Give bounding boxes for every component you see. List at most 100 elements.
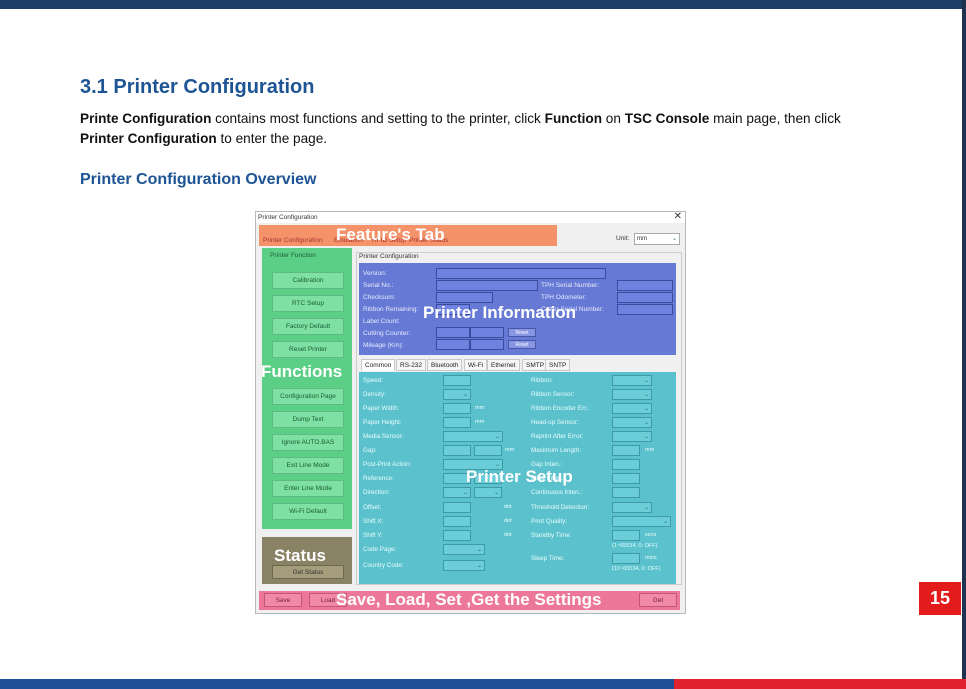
version-field — [436, 268, 606, 279]
chevron-down-icon: ⌄ — [462, 392, 468, 398]
speed-select — [443, 375, 471, 386]
tab-common: Common — [361, 359, 396, 371]
serial-field — [436, 280, 538, 291]
setup-label-code-page: Code Page: — [363, 546, 397, 553]
gap-inten-field — [612, 459, 640, 470]
setup-label-reprint: Reprint After Error: — [531, 433, 584, 440]
setup-label-direction: Direction: — [363, 489, 390, 496]
overlay-functions: Functions — [261, 362, 343, 381]
reset-printer-button: Reset Printer — [272, 341, 344, 358]
media-sensor-select: ⌄ — [443, 431, 503, 442]
top-decor-bar — [0, 0, 966, 9]
get-button: Get — [639, 593, 677, 607]
ribbon-encoder-select: ⌄ — [612, 403, 652, 414]
setup-label-media-sensor: Media Sensor: — [363, 433, 404, 440]
cutting-field-2 — [470, 327, 504, 338]
chevron-down-icon: ⌄ — [476, 547, 482, 553]
cutting-field-1 — [436, 327, 470, 338]
section-heading: 3.1 Printer Configuration — [80, 76, 315, 98]
bottom-bar-blue — [0, 679, 674, 689]
info-label-cutting: Cutting Counter: — [363, 330, 411, 337]
country-code-select: ⌄ — [443, 560, 485, 571]
checksum-field — [436, 292, 493, 303]
info-label-mileage: Mileage (Km): — [363, 342, 404, 349]
chevron-down-icon: ⌄ — [494, 434, 500, 440]
unit-mm: mm — [475, 419, 485, 425]
setup-label-density: Density: — [363, 391, 386, 398]
setup-label-ribbon: Ribbon: — [531, 377, 553, 384]
reset-cutting-button: Reset — [508, 328, 536, 337]
gap-field-1 — [443, 445, 471, 456]
continuous-inten-field — [612, 487, 640, 498]
rtc-setup-button: RTC Setup — [272, 295, 344, 312]
standby-range: (1~65534, 0: OFF) — [612, 543, 658, 549]
sleep-field — [612, 553, 640, 564]
intro-text-4: to enter the page. — [216, 131, 328, 146]
save-button: Save — [264, 593, 302, 607]
tph-odometer-field — [617, 292, 673, 303]
intro-text-1: contains most functions and setting to t… — [211, 111, 545, 126]
paper-width-field — [443, 403, 471, 414]
reprint-select: ⌄ — [612, 431, 652, 442]
bline-inten-field — [612, 473, 640, 484]
setup-label-continuous-inten: Continuous Inten.: — [531, 489, 583, 496]
printer-config-group-label: Printer Configuration — [359, 253, 419, 260]
wifi-default-button: Wi-Fi Default — [272, 503, 344, 520]
setup-label-paper-height: Paper Height: — [363, 419, 402, 426]
close-icon: ✕ — [673, 211, 682, 222]
mileage-field-2 — [470, 339, 504, 350]
bottom-bar-red — [674, 679, 966, 689]
gap-field-2 — [474, 445, 502, 456]
intro-bold-1: Printe Configuration — [80, 111, 212, 126]
unit-label: Unit: — [616, 235, 630, 242]
setup-label-max-length: Maximum Length: — [531, 447, 582, 454]
overlay-feature-tab: Feature's Tab — [336, 225, 445, 244]
setup-label-reference: Reference: — [363, 475, 394, 482]
chevron-down-icon: ⌄ — [671, 236, 677, 242]
chevron-down-icon: ⌄ — [643, 406, 649, 412]
ribbon-select: ⌄ — [612, 375, 652, 386]
setup-label-standby: Standby Time: — [531, 532, 572, 539]
threshold-select: ⌄ — [612, 502, 652, 513]
chevron-down-icon: ⌄ — [643, 434, 649, 440]
setup-label-print-quality: Print Quality: — [531, 518, 568, 525]
setup-label-speed: Speed: — [363, 377, 383, 384]
printer-config-screenshot: Printer Configuration ✕ Printer Configur… — [255, 211, 686, 614]
sleep-range: (10~65534, 0: OFF) — [612, 566, 661, 572]
standby-field — [612, 530, 640, 541]
ignore-autobas-button: Ignore AUTO.BAS — [272, 434, 344, 451]
print-quality-select: ⌄ — [612, 516, 671, 527]
unit-secs: secs — [645, 532, 657, 538]
exit-line-mode-button: Exit Line Mode — [272, 457, 344, 474]
chevron-down-icon: ⌄ — [643, 420, 649, 426]
setup-label-ribbon-encoder: Ribbon Encoder Err.: — [531, 405, 590, 412]
unit-select: mm ⌄ — [634, 233, 680, 245]
info-label-tph-odometer: TPH Odometer: — [541, 294, 587, 301]
setup-label-ribbon-sensor: Ribbon Sensor: — [531, 391, 575, 398]
chevron-down-icon: ⌄ — [643, 378, 649, 384]
reset-mileage-button: Reset — [508, 340, 536, 349]
chevron-down-icon: ⌄ — [643, 505, 649, 511]
chevron-down-icon: ⌄ — [493, 490, 499, 496]
setup-label-sleep: Sleep Time: — [531, 555, 565, 562]
cutter-serial-field — [617, 304, 673, 315]
setup-label-gap: Gap: — [363, 447, 377, 454]
offset-field — [443, 502, 471, 513]
intro-text-2: on — [602, 111, 625, 126]
right-edge-bar — [962, 0, 966, 689]
info-label-serial: Serial No.: — [363, 282, 394, 289]
overlay-printer-setup: Printer Setup — [466, 467, 573, 486]
chevron-down-icon: ⌄ — [476, 563, 482, 569]
setup-label-shift-y: Shift Y: — [363, 532, 383, 539]
unit-mm: mm — [475, 405, 485, 411]
overlay-status: Status — [274, 546, 326, 565]
ribbon-sensor-select: ⌄ — [612, 389, 652, 400]
code-page-select: ⌄ — [443, 544, 485, 555]
head-up-select: ⌄ — [612, 417, 652, 428]
intro-text-3: main page, then click — [709, 111, 841, 126]
tph-serial-field — [617, 280, 673, 291]
unit-dot: dot — [504, 518, 512, 524]
direction-select-2: ⌄ — [474, 487, 502, 498]
window-title: Printer Configuration — [256, 212, 685, 223]
unit-dot: dot — [504, 532, 512, 538]
